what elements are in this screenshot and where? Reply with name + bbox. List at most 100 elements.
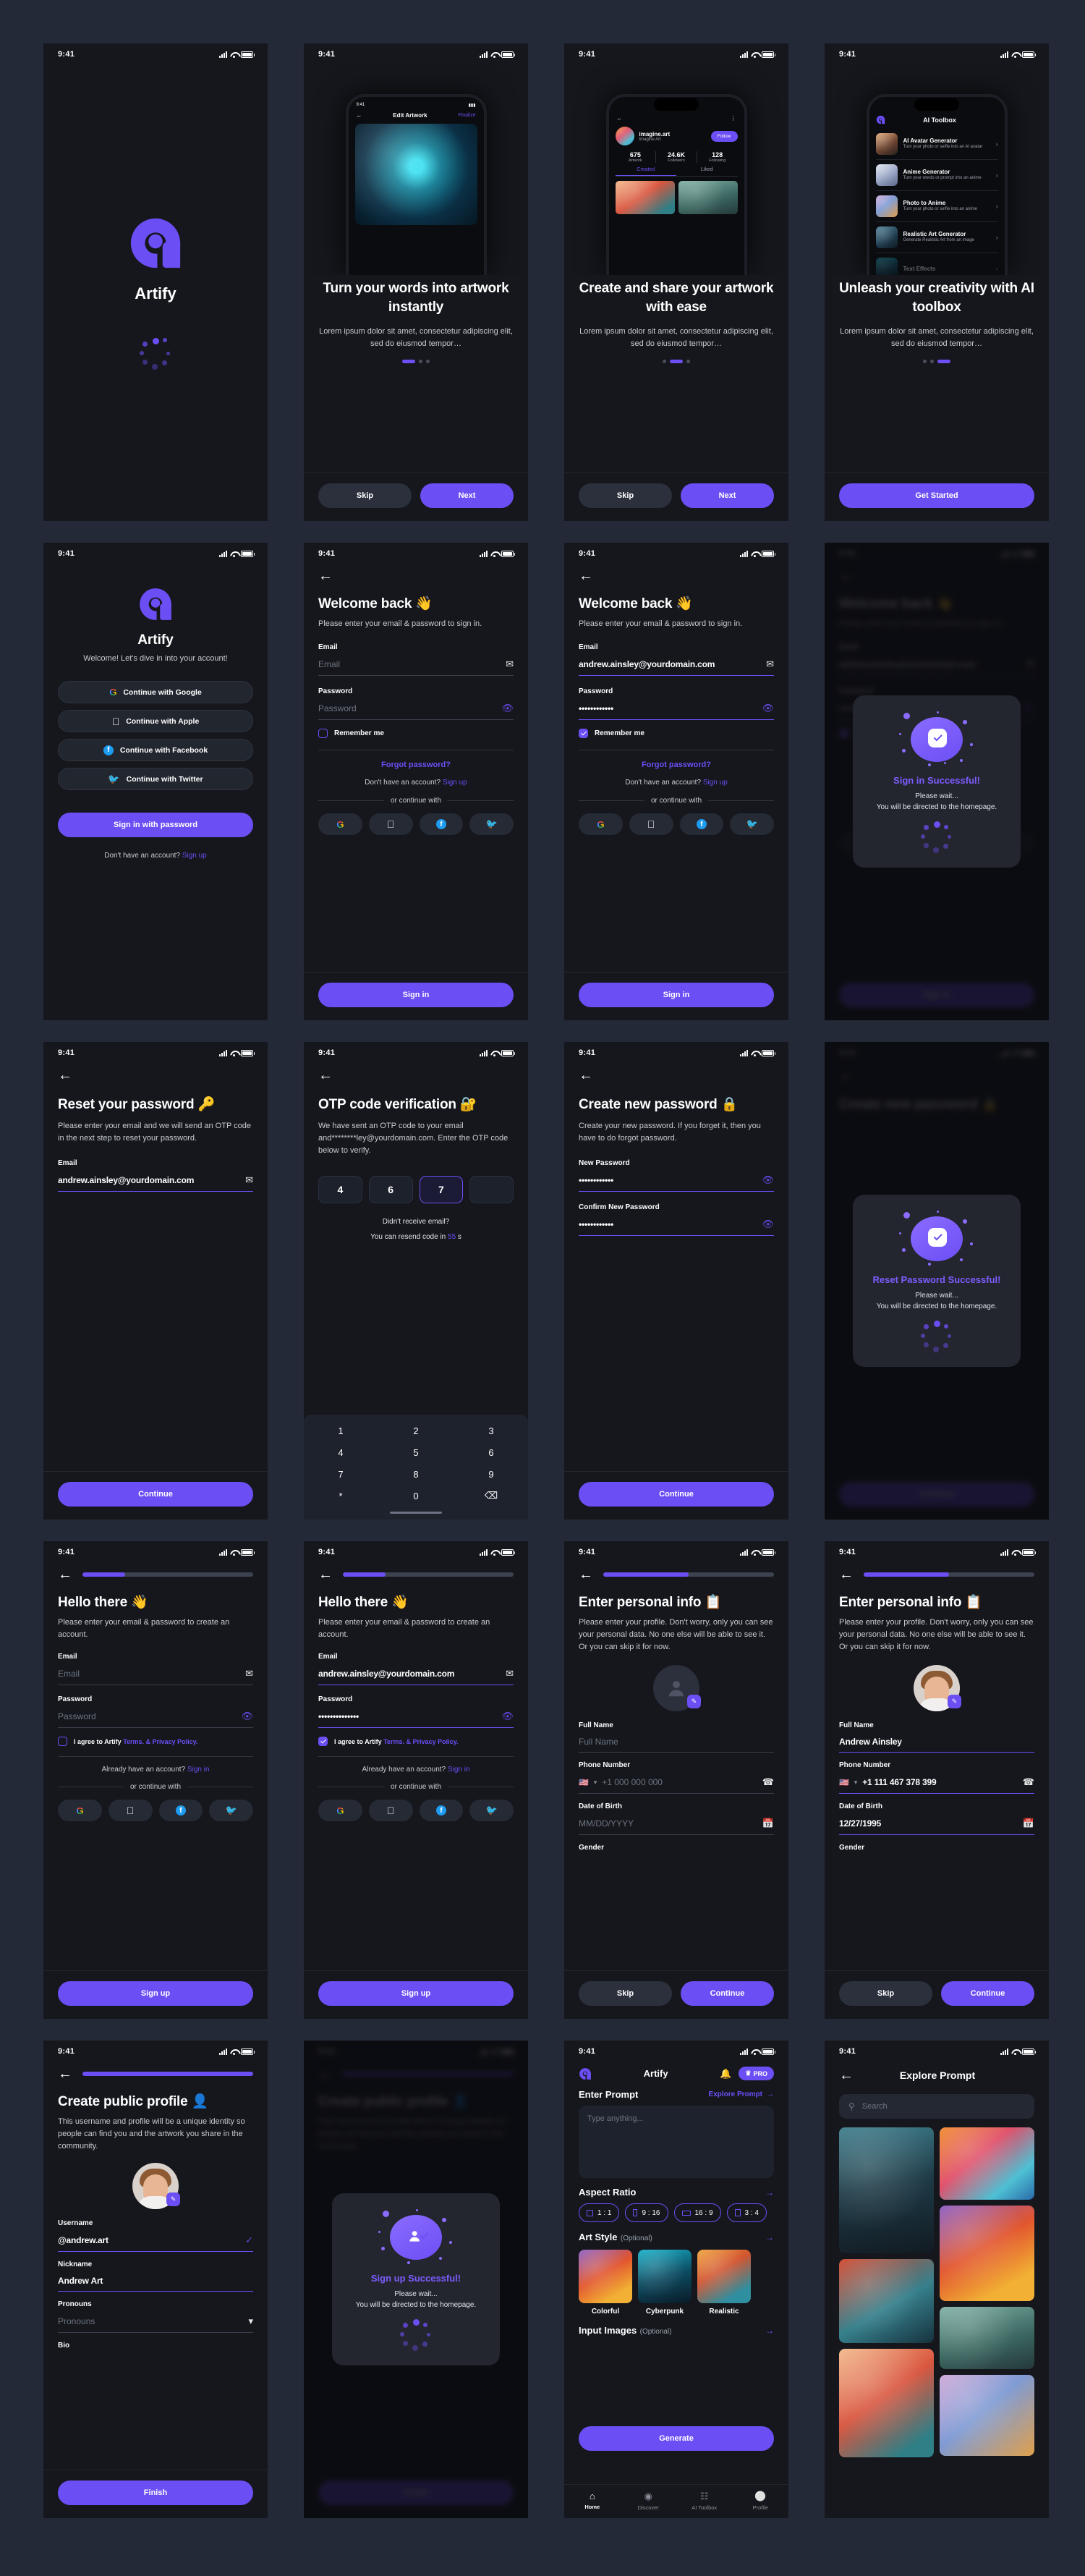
key-8[interactable]: 8 — [379, 1464, 453, 1484]
art-style-item[interactable]: Colorful — [579, 2250, 632, 2316]
eye-off-icon[interactable]: 👁 — [762, 1219, 774, 1230]
fullname-field[interactable]: Full Name — [579, 1734, 774, 1753]
tab-ai-toolbox[interactable]: ☷ AI Toolbox — [676, 2491, 733, 2511]
key-0[interactable]: 0 — [379, 1486, 453, 1506]
key-backspace[interactable]: ⌫ — [454, 1486, 528, 1506]
password-field[interactable]: Password 👁 — [318, 700, 514, 721]
email-field[interactable]: andrew.ainsley@yourdomain.com ✉ — [318, 1665, 514, 1686]
email-field[interactable]: andrew.ainsley@yourdomain.com ✉ — [579, 656, 774, 677]
gallery-item[interactable] — [839, 2259, 934, 2343]
twitter-button[interactable]: 🐦 — [469, 1800, 514, 1822]
password-field[interactable]: •••••••••••• 👁 — [579, 700, 774, 721]
edit-avatar-button[interactable]: ✎ — [166, 2192, 180, 2207]
continue-button[interactable]: Continue — [58, 1482, 253, 1507]
key-4[interactable]: 4 — [304, 1442, 378, 1462]
terms-checkbox[interactable] — [58, 1737, 67, 1747]
otp-digit-2[interactable]: 6 — [368, 1176, 413, 1204]
continue-button[interactable]: Continue — [579, 1482, 774, 1507]
tab-discover[interactable]: ◉ Discover — [621, 2491, 677, 2511]
back-button[interactable]: ← — [58, 1567, 72, 1582]
back-button[interactable]: ← — [579, 569, 774, 583]
art-style-item[interactable]: Cyberpunk — [638, 2250, 692, 2316]
forgot-password-link[interactable]: Forgot password? — [318, 760, 514, 769]
calendar-icon[interactable]: 📅 — [762, 1818, 774, 1829]
back-button[interactable]: ← — [579, 1567, 593, 1582]
otp-digit-1[interactable]: 4 — [318, 1176, 362, 1204]
terms-checkbox[interactable] — [318, 1737, 328, 1747]
aspect-chip[interactable]: 16 : 9 — [673, 2203, 721, 2222]
gallery-item[interactable] — [940, 2307, 1034, 2369]
finish-button[interactable]: Finish — [58, 2480, 253, 2505]
password-field[interactable]: Password 👁 — [58, 1708, 253, 1729]
avatar-placeholder[interactable]: ✎ — [653, 1665, 701, 1712]
terms-link[interactable]: Terms. & Privacy Policy. — [383, 1738, 458, 1745]
key-7[interactable]: 7 — [304, 1464, 378, 1484]
signup-link[interactable]: Sign up — [182, 852, 207, 860]
art-style-item[interactable]: Realistic — [697, 2250, 751, 2316]
explore-prompt-link[interactable]: Explore Prompt → — [709, 2090, 774, 2098]
signin-button[interactable]: Sign in — [579, 983, 774, 1007]
eye-off-icon[interactable]: 👁 — [241, 1711, 253, 1722]
continue-with-google-button[interactable]: G Continue with Google — [58, 681, 253, 704]
next-button[interactable]: Next — [420, 483, 514, 508]
facebook-button[interactable]: f — [679, 813, 724, 836]
signin-with-password-button[interactable]: Sign in with password — [58, 813, 253, 838]
aspect-chip[interactable]: 9 : 16 — [625, 2203, 668, 2222]
fullname-field[interactable]: Andrew Ainsley — [839, 1734, 1034, 1753]
gallery-item[interactable] — [839, 2349, 934, 2457]
signin-link[interactable]: Sign in — [448, 1766, 470, 1774]
back-button[interactable]: ← — [579, 1068, 774, 1082]
remember-me-row[interactable]: Remember me — [579, 729, 774, 739]
terms-row[interactable]: I agree to Artify Terms. & Privacy Polic… — [318, 1737, 514, 1747]
signup-button[interactable]: Sign up — [318, 1981, 514, 2006]
google-button[interactable]: G — [318, 1800, 362, 1822]
mock-follow-button[interactable]: Follow — [710, 130, 738, 142]
arrow-right-icon[interactable]: → — [765, 2326, 774, 2336]
pronouns-select[interactable]: Pronouns ▾ — [58, 2313, 253, 2334]
next-button[interactable]: Next — [681, 483, 774, 508]
continue-button[interactable]: Continue — [941, 1981, 1034, 2006]
back-button[interactable]: ← — [318, 1567, 333, 1582]
calendar-icon[interactable]: 📅 — [1023, 1818, 1034, 1829]
page-indicator[interactable] — [579, 360, 774, 364]
otp-digit-3[interactable]: 7 — [419, 1176, 464, 1204]
tool-row[interactable]: Text Effects › — [875, 253, 998, 275]
signup-button[interactable]: Sign up — [58, 1981, 253, 2006]
back-button[interactable]: ← — [58, 1068, 253, 1082]
google-button[interactable]: G — [318, 813, 362, 836]
forgot-password-link[interactable]: Forgot password? — [579, 760, 774, 769]
confirm-password-field[interactable]: •••••••••••• 👁 — [579, 1216, 774, 1237]
twitter-button[interactable]: 🐦 — [209, 1800, 253, 1822]
skip-button[interactable]: Skip — [839, 1981, 932, 2006]
terms-link[interactable]: Terms. & Privacy Policy. — [123, 1738, 197, 1745]
phone-field[interactable]: 🇺🇸 ▾ +1 000 000 000 ☎ — [579, 1774, 774, 1795]
gallery-item[interactable] — [940, 2375, 1034, 2456]
otp-input-row[interactable]: 4 6 7 — [318, 1176, 514, 1204]
google-button[interactable]: G — [58, 1800, 102, 1822]
generate-button[interactable]: Generate — [579, 2426, 774, 2451]
key-1[interactable]: 1 — [304, 1420, 378, 1441]
signin-link[interactable]: Sign in — [187, 1766, 210, 1774]
skip-button[interactable]: Skip — [579, 483, 672, 508]
google-button[interactable]: G — [579, 813, 623, 836]
get-started-button[interactable]: Get Started — [839, 483, 1034, 508]
key-3[interactable]: 3 — [454, 1420, 528, 1441]
edit-avatar-button[interactable]: ✎ — [948, 1695, 961, 1709]
back-button[interactable]: ← — [58, 2067, 72, 2081]
tool-row[interactable]: Realistic Art Generator Generate Realist… — [875, 222, 998, 253]
apple-button[interactable]:  — [368, 813, 413, 836]
signup-link[interactable]: Sign up — [703, 779, 728, 787]
search-input[interactable]: ⚲ Search — [839, 2094, 1034, 2119]
eye-off-icon[interactable]: 👁 — [762, 1174, 774, 1186]
chevron-down-icon[interactable]: ▾ — [248, 2316, 253, 2327]
mock-tab-liked[interactable]: Liked — [676, 167, 738, 176]
continue-button[interactable]: Continue — [681, 1981, 774, 2006]
apple-button[interactable]:  — [108, 1800, 153, 1822]
key-asterisk[interactable]: * — [304, 1486, 378, 1506]
gallery-item[interactable] — [940, 2127, 1034, 2200]
key-5[interactable]: 5 — [379, 1442, 453, 1462]
gallery-item[interactable] — [940, 2206, 1034, 2301]
email-field[interactable]: Email ✉ — [318, 656, 514, 677]
email-field[interactable]: andrew.ainsley@yourdomain.com ✉ — [58, 1172, 253, 1192]
tab-profile[interactable]: ⚪ Profile — [733, 2491, 789, 2511]
